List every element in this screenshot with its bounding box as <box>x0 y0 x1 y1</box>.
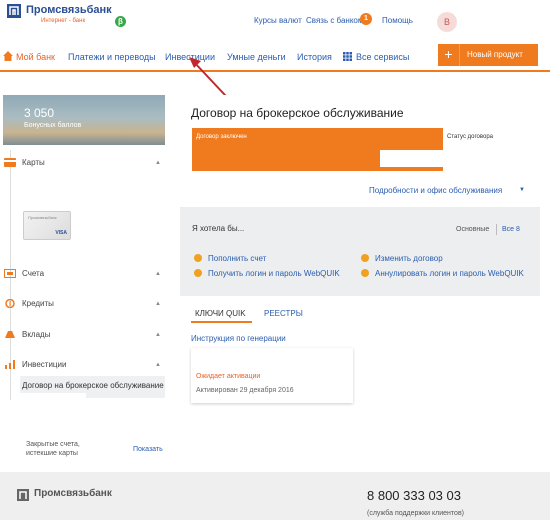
key-status: Ожидает активации <box>196 373 261 380</box>
details-link[interactable]: Подробности и офис обслуживания <box>369 186 502 195</box>
action-top-up[interactable]: Пополнить счет <box>208 254 266 263</box>
help-link[interactable]: Помощь <box>382 16 413 25</box>
footer-logo-text: Промсвязьбанк <box>34 488 112 499</box>
nav-history[interactable]: История <box>297 52 332 62</box>
chevron-up-icon[interactable]: ▲ <box>155 301 161 307</box>
bullet-icon <box>361 254 369 262</box>
card-brand: Промсвязьбанк <box>28 215 57 220</box>
visa-logo: VISA <box>55 230 67 236</box>
logo-mark-icon <box>17 489 29 501</box>
contract-status-label: Статус договора <box>447 134 493 140</box>
sidebar-item-credits[interactable]: Кредиты <box>22 299 54 308</box>
bullet-icon <box>194 254 202 262</box>
bonus-points: 3 050 <box>24 106 55 120</box>
logo-mark-icon <box>7 4 21 18</box>
instruction-link[interactable]: Инструкция по генерации <box>191 334 286 343</box>
support-phone[interactable]: 8 800 333 03 03 <box>367 488 461 503</box>
key-activated-date: Активирован 29 декабря 2016 <box>196 387 294 394</box>
footer-logo[interactable]: Промсвязьбанк <box>17 488 127 502</box>
home-icon <box>3 51 13 61</box>
bank-logo[interactable]: Промсвязьбанк Интернет - банк β <box>7 4 137 32</box>
sidebar-product-label[interactable]: Договор на брокерское обслуживание <box>22 381 164 390</box>
logo-subtitle: Интернет - банк <box>41 18 86 24</box>
bank-card-thumbnail[interactable]: Промсвязьбанк VISA <box>23 211 71 240</box>
divider <box>496 224 497 235</box>
deposit-icon <box>5 331 15 338</box>
support-label: (служба поддержки клиентов) <box>367 510 464 517</box>
tab-quik-keys[interactable]: КЛЮЧИ QUIK <box>195 309 246 318</box>
avatar[interactable]: В <box>437 12 457 32</box>
show-closed-link[interactable]: Показать <box>133 446 163 453</box>
sidebar-item-deposits[interactable]: Вклады <box>22 330 50 339</box>
credit-icon <box>5 299 15 308</box>
action-get-login[interactable]: Получить логин и пароль WebQUIK <box>208 269 340 278</box>
card-icon <box>4 158 16 167</box>
contract-concluded-label: Договор заключен <box>196 134 247 140</box>
chevron-up-icon[interactable]: ▲ <box>155 271 161 277</box>
chevron-up-icon[interactable]: ▲ <box>155 160 161 166</box>
logo-text: Промсвязьбанк <box>26 4 112 16</box>
filter-all[interactable]: Все 8 <box>502 226 520 233</box>
new-product-label: Новый продукт <box>467 50 523 59</box>
account-icon <box>4 269 16 278</box>
action-change-contract[interactable]: Изменить договор <box>375 254 443 263</box>
action-revoke-login[interactable]: Аннулировать логин и пароль WebQUIK <box>375 269 524 278</box>
investment-icon <box>5 360 15 369</box>
notification-badge[interactable]: 1 <box>360 13 372 25</box>
bonus-label: Бонусных баллов <box>24 122 82 129</box>
exchange-rates-link[interactable]: Курсы валют <box>254 16 302 25</box>
filter-basic[interactable]: Основные <box>456 226 489 233</box>
redacted-box <box>20 393 86 415</box>
grid-icon <box>343 52 352 61</box>
new-product-button[interactable]: + Новый продукт <box>438 44 538 66</box>
bonus-card[interactable]: 3 050 Бонусных баллов <box>3 95 165 145</box>
chevron-up-icon[interactable]: ▲ <box>155 362 161 368</box>
tab-registries[interactable]: РЕЕСТРЫ <box>264 309 303 318</box>
bullet-icon <box>194 269 202 277</box>
redacted-box <box>380 150 444 167</box>
bullet-icon <box>361 269 369 277</box>
nav-my-bank[interactable]: Мой банк <box>16 52 55 62</box>
closed-accounts-label: Закрытые счета, истекшие карты <box>26 441 80 457</box>
actions-title: Я хотела бы... <box>192 224 245 233</box>
redacted-box <box>460 150 530 168</box>
sidebar-item-cards[interactable]: Карты <box>22 158 45 167</box>
page-title: Договор на брокерское обслуживание <box>191 106 404 120</box>
sidebar-item-investments[interactable]: Инвестиции <box>22 360 66 369</box>
active-tab-indicator <box>191 321 252 323</box>
redacted-box <box>441 101 522 124</box>
beta-badge: β <box>115 16 126 27</box>
plus-icon: + <box>438 44 460 66</box>
chevron-up-icon[interactable]: ▲ <box>155 332 161 338</box>
contact-bank-link[interactable]: Связь с банком <box>306 16 363 25</box>
nav-all-services[interactable]: Все сервисы <box>356 52 409 62</box>
nav-payments[interactable]: Платежи и переводы <box>68 52 156 62</box>
sidebar-item-accounts[interactable]: Счета <box>22 269 44 278</box>
chevron-down-icon[interactable]: ▼ <box>519 187 525 193</box>
